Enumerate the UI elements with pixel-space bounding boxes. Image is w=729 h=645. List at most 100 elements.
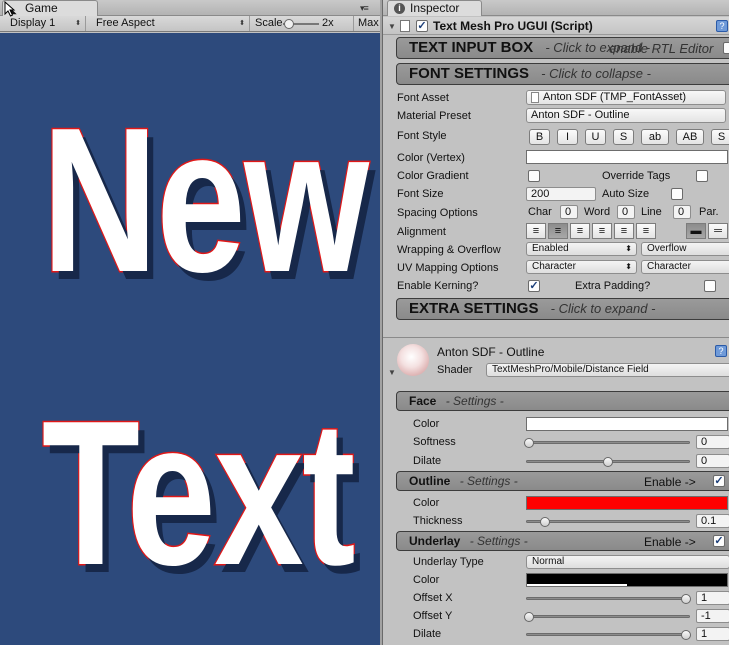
color-vertex-swatch[interactable] xyxy=(526,150,728,164)
wrapping-arrow-icon: ⬍ xyxy=(625,244,632,253)
outline-thickness-slider[interactable] xyxy=(526,520,690,523)
font-style-label: Font Style xyxy=(397,130,447,142)
override-tags-checkbox[interactable] xyxy=(696,170,708,182)
spacing-char-field[interactable]: 0 xyxy=(560,205,578,219)
align-middle-button[interactable]: ═ xyxy=(708,223,728,239)
bold-button[interactable]: B xyxy=(529,129,550,145)
font-asset-field[interactable]: Anton SDF (TMP_FontAsset) xyxy=(526,90,726,105)
display-arrow-icon: ⬍ xyxy=(75,20,81,27)
underlay-enable-checkbox[interactable]: ✓ xyxy=(713,535,725,547)
underlay-color-swatch[interactable] xyxy=(526,573,728,587)
face-softness-label: Softness xyxy=(413,436,456,448)
rtl-editor-checkbox[interactable] xyxy=(723,42,729,54)
font-settings-bar[interactable]: FONT SETTINGS - Click to collapse - xyxy=(396,63,729,85)
spacing-options-label: Spacing Options xyxy=(397,207,478,219)
extra-settings-hint: - Click to expand - xyxy=(550,301,656,316)
inspector-tab[interactable]: i Inspector xyxy=(387,0,482,16)
extra-settings-bar[interactable]: EXTRA SETTINGS - Click to expand - xyxy=(396,298,729,320)
outline-color-swatch[interactable] xyxy=(526,496,728,510)
outline-thickness-knob[interactable] xyxy=(540,517,550,527)
face-dilate-knob[interactable] xyxy=(603,457,613,467)
outline-enable-checkbox[interactable]: ✓ xyxy=(713,475,725,487)
inspector-info-icon: i xyxy=(394,3,405,14)
color-gradient-checkbox[interactable] xyxy=(528,170,540,182)
uv-vertical-dropdown[interactable]: Character xyxy=(641,260,729,274)
underlay-title: Underlay xyxy=(409,534,461,548)
alignment-label: Alignment xyxy=(397,226,446,238)
material-foldout-icon[interactable]: ▼ xyxy=(388,368,396,377)
underlay-type-value: Normal xyxy=(532,556,565,567)
face-dilate-field[interactable]: 0 xyxy=(696,454,729,468)
uppercase-button[interactable]: AB xyxy=(676,129,704,145)
maximize-on-play-button[interactable]: Max xyxy=(354,16,380,31)
face-bar[interactable]: Face - Settings - xyxy=(396,391,729,411)
inspector-tab-strip: i Inspector xyxy=(383,0,729,16)
component-help-icon[interactable]: ? xyxy=(716,20,728,32)
underlay-color-label: Color xyxy=(413,574,440,586)
material-preset-value: Anton SDF - Outline xyxy=(531,109,630,121)
uv-horizontal-arrow-icon: ⬍ xyxy=(625,262,632,271)
component-enabled-checkbox[interactable]: ✓ xyxy=(416,20,428,32)
game-viewport[interactable]: New Text xyxy=(0,33,380,645)
shader-dropdown[interactable]: TextMeshPro/Mobile/Distance Field xyxy=(486,363,729,377)
overflow-dropdown[interactable]: Overflow xyxy=(641,242,729,256)
font-asset-file-icon xyxy=(531,92,539,103)
scale-label: Scale xyxy=(255,17,283,29)
underlay-offset-y-slider[interactable] xyxy=(526,615,690,618)
underlay-offset-x-slider[interactable] xyxy=(526,597,690,600)
align-left-button[interactable]: ≡ xyxy=(526,223,546,239)
align-flush-button[interactable]: ≡ xyxy=(614,223,634,239)
uv-horizontal-dropdown[interactable]: Character ⬍ xyxy=(526,260,637,274)
spacing-word-field[interactable]: 0 xyxy=(617,205,635,219)
face-softness-knob[interactable] xyxy=(524,438,534,448)
align-geometry-center-button[interactable]: ≡ xyxy=(636,223,656,239)
game-panel-menu-icon[interactable]: ▾≡ xyxy=(360,3,369,14)
outline-title: Outline xyxy=(409,474,451,488)
face-softness-field[interactable]: 0 xyxy=(696,435,729,449)
color-vertex-label: Color (Vertex) xyxy=(397,152,465,164)
font-size-label: Font Size xyxy=(397,188,444,200)
kerning-checkbox[interactable]: ✓ xyxy=(528,280,540,292)
spacing-word-label: Word xyxy=(584,206,611,218)
underlay-offset-x-knob[interactable] xyxy=(681,594,691,604)
game-toolbar: Display 1 ⬍ Free Aspect ⬍ Scale 2x Max xyxy=(0,16,380,32)
face-softness-slider[interactable] xyxy=(526,441,690,444)
aspect-dropdown[interactable]: Free Aspect ⬍ xyxy=(86,16,250,31)
material-preset-dropdown[interactable]: Anton SDF - Outline xyxy=(526,108,726,123)
strikethrough-button[interactable]: S xyxy=(613,129,634,145)
underlay-dilate-knob[interactable] xyxy=(681,630,691,640)
scale-slider-knob[interactable] xyxy=(284,19,294,29)
wrapping-dropdown[interactable]: Enabled ⬍ xyxy=(526,242,637,256)
underlay-dilate-field[interactable]: 1 xyxy=(696,627,729,641)
italic-button[interactable]: I xyxy=(557,129,578,145)
align-right-button[interactable]: ≡ xyxy=(570,223,590,239)
lowercase-button[interactable]: ab xyxy=(641,129,669,145)
font-asset-value: Anton SDF (TMP_FontAsset) xyxy=(543,91,687,103)
underlay-dilate-slider[interactable] xyxy=(526,633,690,636)
outline-thickness-field[interactable]: 0.1 xyxy=(696,514,729,528)
underlay-offset-x-field[interactable]: 1 xyxy=(696,591,729,605)
align-top-button[interactable]: ▬ xyxy=(686,223,706,239)
underline-button[interactable]: U xyxy=(585,129,606,145)
spacing-line-field[interactable]: 0 xyxy=(673,205,691,219)
smallcaps-button[interactable]: S xyxy=(711,129,729,145)
underlay-offset-y-field[interactable]: -1 xyxy=(696,609,729,623)
display-dropdown[interactable]: Display 1 ⬍ xyxy=(0,16,86,31)
game-tab-label: Game xyxy=(25,1,58,15)
tmp-component-header[interactable]: ▼ ✓ Text Mesh Pro UGUI (Script) ? xyxy=(383,17,729,35)
align-justified-button[interactable]: ≡ xyxy=(592,223,612,239)
extra-padding-checkbox[interactable] xyxy=(704,280,716,292)
face-color-swatch[interactable] xyxy=(526,417,728,431)
extra-settings-title: EXTRA SETTINGS xyxy=(409,300,539,317)
auto-size-checkbox[interactable] xyxy=(671,188,683,200)
game-tab[interactable]: ◣ Game xyxy=(2,0,98,16)
component-foldout-icon[interactable]: ▼ xyxy=(388,22,396,31)
underlay-offset-y-knob[interactable] xyxy=(524,612,534,622)
font-size-field[interactable]: 200 xyxy=(526,187,596,201)
aspect-arrow-icon: ⬍ xyxy=(239,20,245,27)
underlay-type-dropdown[interactable]: Normal xyxy=(526,555,729,569)
material-help-icon[interactable]: ? xyxy=(715,345,727,357)
material-name: Anton SDF - Outline xyxy=(437,345,545,359)
align-center-button[interactable]: ≡ xyxy=(548,223,568,239)
aspect-label: Free Aspect xyxy=(96,17,155,29)
